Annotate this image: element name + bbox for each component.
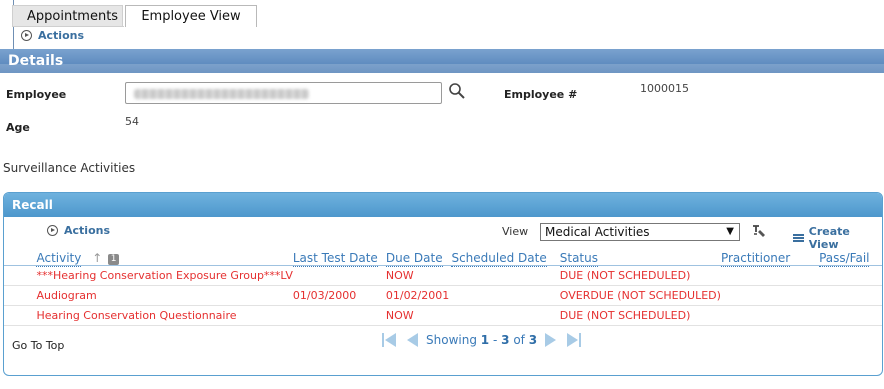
table-footer: Go To Top Showing 1 - 3 of 3 [4,331,882,357]
column-header-activity[interactable]: Activity ↑ 1 [36,245,293,267]
employee-number-value: 1000015 [640,82,689,95]
recall-header: Recall [4,193,882,217]
recall-actions-label: Actions [64,224,110,237]
cell-practitioner [720,265,820,286]
actions-label: Actions [38,29,84,42]
cell-status: OVERDUE (NOT SCHEDULED) [559,285,721,306]
column-header-practitioner[interactable]: Practitioner [720,245,820,267]
sort-order-badge: 1 [108,253,120,265]
cell-status: DUE (NOT SCHEDULED) [559,305,721,326]
cell-scheduled [451,265,560,286]
tab-appointments[interactable]: Appointments [12,5,123,26]
column-header-status[interactable]: Status [559,245,721,267]
filter-edit-icon[interactable] [751,223,767,239]
pagination: Showing 1 - 3 of 3 [382,333,582,347]
details-title: Details [8,53,64,69]
go-to-top-link[interactable]: Go To Top [12,339,64,352]
column-header-scheduled-date[interactable]: Scheduled Date [451,245,560,267]
table-row[interactable]: Audiogram 01/03/2000 01/02/2001 OVERDUE … [4,285,882,306]
top-actions-menu[interactable]: Actions [21,29,84,42]
table-header-row: Activity ↑ 1 Last Test Date Due Date Sch… [4,245,882,267]
cell-pass-fail [819,285,882,306]
view-label: View [502,225,529,238]
prev-page-icon[interactable] [404,333,418,347]
surveillance-title: Surveillance Activities [3,161,136,175]
recall-toolbar: Actions View Medical Activities ▼ Create… [4,223,882,251]
employee-label: Employee [6,88,67,101]
first-page-icon[interactable] [382,333,396,347]
cell-scheduled [451,305,560,326]
cell-due: NOW [385,305,452,326]
age-label: Age [6,121,30,134]
column-header-due-date[interactable]: Due Date [385,245,452,267]
employee-number-label: Employee # [504,88,578,101]
cell-scheduled [451,285,560,306]
list-add-icon [793,233,804,243]
table-row[interactable]: ***Hearing Conservation Exposure Group**… [4,265,882,286]
recall-panel: Recall Actions View Medical Activities ▼… [3,192,883,376]
play-circle-icon [47,225,58,236]
table-row[interactable]: Hearing Conservation Questionnaire NOW D… [4,305,882,326]
cell-due: 01/02/2001 [385,285,452,306]
cell-status: DUE (NOT SCHEDULED) [559,265,721,286]
dropdown-arrow-icon: ▼ [726,226,734,237]
paging-status: Showing 1 - 3 of 3 [426,333,538,347]
play-circle-icon [21,30,32,41]
tab-divider [12,26,124,27]
cell-pass-fail [819,265,882,286]
cell-last-test [292,265,386,286]
last-page-icon[interactable] [567,333,582,347]
recall-actions-menu[interactable]: Actions [47,224,110,237]
details-header: Details [0,49,884,73]
cell-pass-fail [819,305,882,326]
age-value: 54 [125,115,139,128]
column-header-last-test-date[interactable]: Last Test Date [292,245,386,267]
cell-due: NOW [385,265,452,286]
next-page-icon[interactable] [545,333,559,347]
cell-practitioner [720,285,820,306]
sort-ascending-icon: ↑ [92,250,103,265]
cell-activity: Hearing Conservation Questionnaire [36,305,293,326]
recall-table: Activity ↑ 1 Last Test Date Due Date Sch… [4,245,882,326]
cell-last-test: 01/03/2000 [292,285,386,306]
cell-activity: Audiogram [36,285,293,306]
employee-field[interactable] [125,82,442,104]
cell-activity: ***Hearing Conservation Exposure Group**… [36,265,293,286]
view-select[interactable]: Medical Activities ▼ [540,223,740,241]
column-header-pass-fail[interactable]: Pass/Fail [819,245,882,267]
view-select-value: Medical Activities [545,225,650,239]
cell-last-test [292,305,386,326]
employee-redacted-value [134,89,309,99]
cell-practitioner [720,305,820,326]
tab-bar: Appointments Employee View [12,5,257,27]
search-icon[interactable] [448,82,466,100]
tab-employee-view[interactable]: Employee View [125,5,257,27]
